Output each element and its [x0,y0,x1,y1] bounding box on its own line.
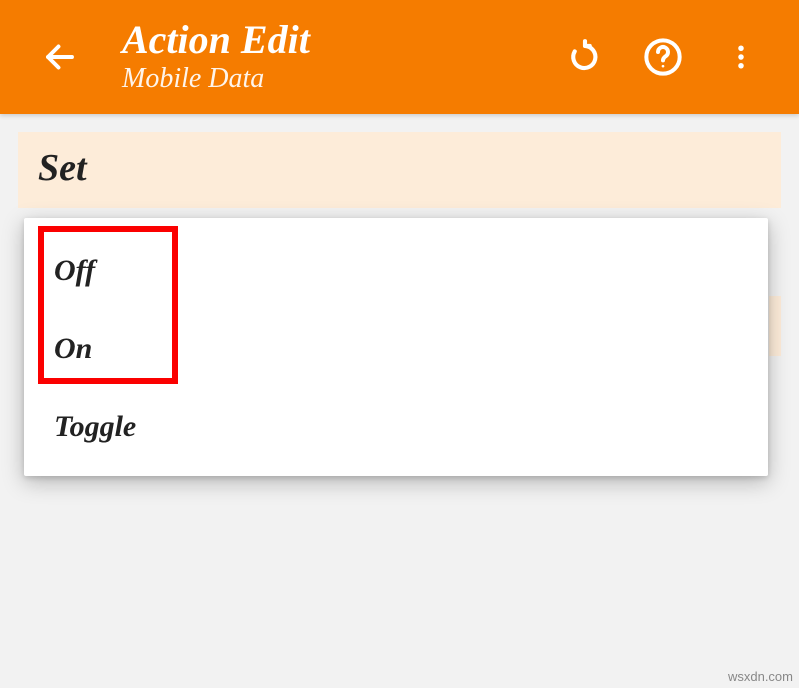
option-toggle[interactable]: Toggle [24,388,768,466]
overflow-menu-button[interactable] [719,35,763,79]
background-strip [769,296,781,356]
title-block: Action Edit Mobile Data [122,19,563,95]
help-button[interactable] [641,35,685,79]
page-title: Action Edit [122,19,563,61]
section-header-label: Set [38,147,87,189]
page-subtitle: Mobile Data [122,63,563,95]
dropdown-panel: Off On Toggle [24,218,768,476]
back-button[interactable] [36,33,84,81]
help-icon [643,37,683,77]
section-header[interactable]: Set [18,132,781,208]
content-area: Set Off On Toggle [0,114,799,208]
undo-button[interactable] [563,35,607,79]
undo-icon [566,38,604,76]
appbar-actions [563,35,763,79]
watermark: wsxdn.com [728,669,793,684]
back-arrow-icon [42,39,78,75]
option-off[interactable]: Off [24,232,768,310]
app-bar: Action Edit Mobile Data [0,0,799,114]
more-vert-icon [726,38,756,76]
option-on[interactable]: On [24,310,768,388]
